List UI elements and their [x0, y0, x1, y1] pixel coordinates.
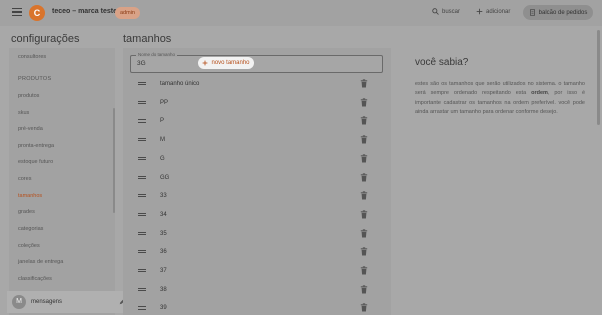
- document-icon: [529, 9, 535, 16]
- size-label: 38: [160, 286, 167, 293]
- trash-icon[interactable]: [360, 98, 368, 107]
- trash-icon[interactable]: [360, 191, 368, 200]
- trash-icon[interactable]: [360, 285, 368, 294]
- settings-title: configurações: [11, 33, 80, 45]
- size-label: GG: [160, 174, 170, 181]
- trash-icon[interactable]: [360, 154, 368, 163]
- top-bar: C teceo – marca teste admin buscar adici…: [0, 0, 602, 26]
- drag-handle-icon[interactable]: [138, 175, 146, 179]
- sidebar-item-colecoes[interactable]: coleções: [18, 243, 40, 249]
- sidebar-item-produtos[interactable]: produtos: [18, 93, 39, 99]
- size-row[interactable]: P: [123, 112, 391, 130]
- size-row[interactable]: 36: [123, 243, 391, 261]
- trash-icon[interactable]: [360, 135, 368, 144]
- trash-icon[interactable]: [360, 172, 368, 182]
- add-label: adicionar: [486, 8, 511, 15]
- size-label: 33: [160, 193, 167, 200]
- drag-handle-icon[interactable]: [138, 231, 146, 235]
- sidebar-item-estoque-futuro[interactable]: estoque futuro: [18, 159, 53, 165]
- info-text-bold: ordem: [531, 90, 548, 97]
- drag-handle-icon[interactable]: [138, 138, 146, 142]
- new-size-label: novo tamanho: [211, 60, 250, 66]
- menu-icon[interactable]: [12, 8, 22, 16]
- drag-handle-icon[interactable]: [138, 269, 146, 273]
- trash-icon[interactable]: [360, 247, 368, 256]
- drag-handle-icon[interactable]: [138, 194, 146, 198]
- size-row[interactable]: 33: [123, 187, 391, 205]
- size-row[interactable]: 35: [123, 225, 391, 243]
- trash-icon[interactable]: [360, 116, 368, 125]
- sidebar-item-skus[interactable]: skus: [18, 110, 29, 116]
- drag-handle-icon[interactable]: [138, 287, 146, 291]
- trash-icon[interactable]: [360, 79, 368, 88]
- size-row[interactable]: PP: [123, 94, 391, 112]
- size-label: M: [160, 137, 165, 144]
- drag-handle-icon[interactable]: [138, 82, 146, 86]
- drag-handle-icon[interactable]: [138, 250, 146, 254]
- counter-orders-label: balcão de pedidos: [538, 9, 588, 16]
- size-label: 39: [160, 305, 167, 312]
- drag-handle-icon[interactable]: [138, 306, 146, 310]
- add-button[interactable]: adicionar: [476, 8, 510, 15]
- size-row[interactable]: 37: [123, 262, 391, 280]
- search-button[interactable]: buscar: [432, 8, 460, 15]
- sidebar-item-classificacoes[interactable]: classificações: [18, 276, 52, 282]
- store-name[interactable]: teceo – marca teste: [52, 8, 117, 15]
- size-label: 37: [160, 268, 167, 274]
- sidebar-item-tamanhos[interactable]: tamanhos: [18, 193, 42, 199]
- sidebar-item-cores[interactable]: cores: [18, 176, 31, 182]
- trash-icon[interactable]: [360, 303, 368, 312]
- sidebar-section-products: PRODUTOS: [18, 76, 52, 82]
- role-badge: admin: [115, 7, 140, 19]
- size-name-value[interactable]: 3G: [137, 60, 146, 67]
- size-row[interactable]: 34: [123, 206, 391, 224]
- size-label: tamanho único: [160, 81, 200, 87]
- trash-icon[interactable]: [360, 210, 368, 219]
- size-name-label: Nome do tamanho: [136, 52, 178, 57]
- sidebar-scrollbar[interactable]: [113, 108, 115, 213]
- sidebar-item-janelas-de-entrega[interactable]: janelas de entrega: [18, 259, 63, 265]
- search-label: buscar: [442, 8, 461, 15]
- page-title: tamanhos: [123, 33, 172, 45]
- drag-handle-icon[interactable]: [138, 156, 146, 160]
- info-title: você sabia?: [415, 57, 469, 68]
- size-label: P: [160, 118, 165, 125]
- size-row[interactable]: G: [123, 150, 391, 168]
- trash-icon[interactable]: [360, 228, 368, 238]
- size-row[interactable]: GG: [123, 169, 391, 187]
- size-row[interactable]: tamanho único: [123, 75, 391, 93]
- search-icon: [432, 8, 439, 15]
- sidebar-item-consultores[interactable]: consultores: [18, 54, 46, 60]
- settings-sidebar: consultores PRODUTOS produtos skus pré-v…: [9, 48, 115, 315]
- info-text: estes são os tamanhos que serão utilizad…: [415, 80, 585, 118]
- sidebar-item-pre-venda[interactable]: pré-venda: [18, 126, 43, 132]
- messages-label: mensagens: [31, 299, 63, 305]
- plus-icon: [203, 60, 208, 66]
- drag-handle-icon[interactable]: [138, 119, 146, 123]
- size-row[interactable]: 39: [123, 299, 391, 315]
- sidebar-item-grades[interactable]: grades: [18, 209, 35, 215]
- size-label: 35: [160, 230, 167, 237]
- trash-icon[interactable]: [360, 266, 368, 275]
- new-size-button[interactable]: novo tamanho: [198, 57, 254, 69]
- sidebar-item-pronta-entrega[interactable]: pronta-entrega: [18, 143, 54, 149]
- size-label: 34: [160, 211, 167, 218]
- company-avatar[interactable]: C: [29, 5, 45, 21]
- counter-orders-button[interactable]: balcão de pedidos: [523, 5, 593, 20]
- size-name-field[interactable]: Nome do tamanho 3G: [130, 52, 383, 73]
- sizes-panel: Nome do tamanho 3G tamanho único PP P M G GG 3…: [123, 48, 391, 315]
- sidebar-item-categorias[interactable]: categorias: [18, 226, 43, 232]
- drag-handle-icon[interactable]: [138, 100, 146, 104]
- size-label: G: [160, 155, 165, 162]
- plus-icon: [476, 8, 483, 15]
- size-row[interactable]: 38: [123, 281, 391, 299]
- drag-handle-icon[interactable]: [138, 212, 146, 217]
- info-card: você sabia? estes são os tamanhos que se…: [402, 48, 590, 148]
- size-label: PP: [160, 99, 169, 106]
- size-label: 36: [160, 249, 167, 256]
- size-row[interactable]: M: [123, 131, 391, 149]
- page-scrollbar[interactable]: [597, 30, 600, 125]
- messages-avatar: M: [12, 295, 26, 309]
